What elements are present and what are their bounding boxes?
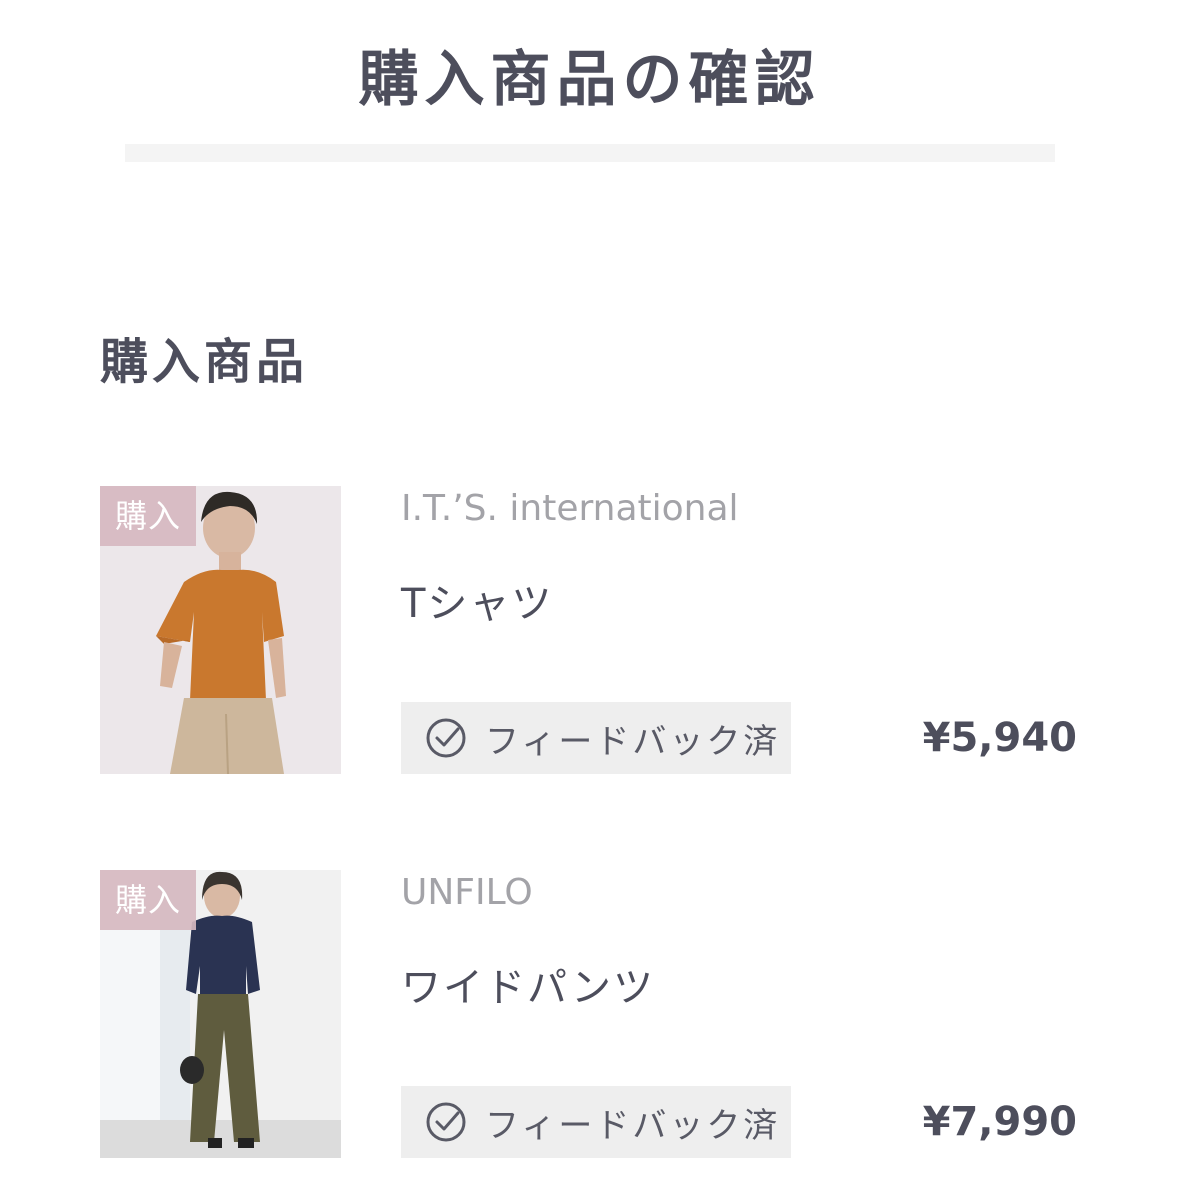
feedback-label: フィードバック済: [485, 721, 781, 762]
price: ¥7,990: [922, 1099, 1077, 1145]
brand-name: I.T.’S. international: [401, 488, 739, 529]
price: ¥5,940: [922, 715, 1077, 761]
product-item[interactable]: 購入 UNFILO ワイドパンツ フィードバック済 ¥7,990: [100, 870, 1080, 1160]
check-circle-icon: [426, 718, 466, 758]
product-item[interactable]: 購入 I.T.’S. international Tシャツ フィードバック済 ¥…: [100, 486, 1080, 776]
page-title: 購入商品の確認: [358, 45, 821, 115]
product-image[interactable]: 購入: [100, 870, 341, 1158]
section-title: 購入商品: [100, 334, 309, 390]
feedback-status-badge: フィードバック済: [401, 702, 791, 774]
product-image[interactable]: 購入: [100, 486, 341, 774]
title-divider: [125, 144, 1055, 162]
brand-name: UNFILO: [401, 872, 533, 913]
check-circle-icon: [426, 1102, 466, 1142]
purchase-badge: 購入: [100, 870, 196, 930]
product-name[interactable]: Tシャツ: [401, 578, 553, 630]
purchase-badge: 購入: [100, 486, 196, 546]
product-name[interactable]: ワイドパンツ: [401, 962, 655, 1014]
feedback-label: フィードバック済: [485, 1105, 781, 1146]
feedback-status-badge: フィードバック済: [401, 1086, 791, 1158]
